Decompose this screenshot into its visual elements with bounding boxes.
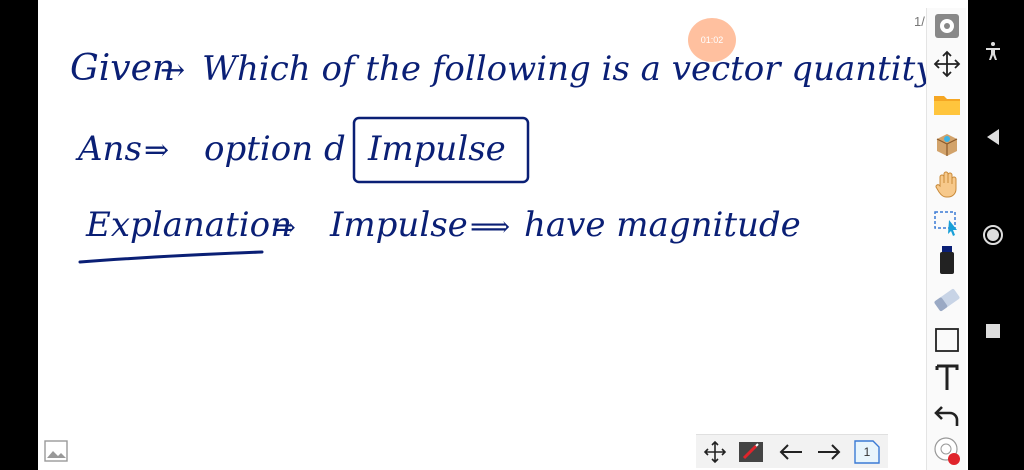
explanation-underline: [78, 250, 264, 264]
answer-option-text: option d: [204, 129, 346, 169]
explanation-arrow: ⇒: [274, 213, 296, 243]
page-button[interactable]: 1: [852, 438, 882, 466]
rectangle-icon[interactable]: [931, 324, 963, 356]
arrow-left-icon[interactable]: [776, 438, 806, 466]
move-icon[interactable]: [931, 48, 963, 80]
handwriting-layer: Given → Which of the following is a vect…: [70, 48, 935, 264]
undo-icon[interactable]: [931, 400, 963, 432]
answer-label: Ans: [75, 129, 142, 169]
explanation-tail: have magnitude: [524, 205, 801, 245]
page-number: 1: [863, 445, 871, 459]
hand-icon[interactable]: [931, 168, 963, 200]
settings-icon[interactable]: [931, 10, 963, 42]
answer-arrow: ⇒: [144, 133, 169, 168]
box-icon[interactable]: [931, 128, 963, 160]
timer-bubble: 01:02: [688, 18, 736, 62]
board-icon[interactable]: [736, 438, 766, 466]
text-icon[interactable]: [931, 362, 963, 394]
explanation-arrow-2: ⟹: [470, 210, 510, 243]
logo-icon[interactable]: [931, 434, 963, 466]
page-indicator: 1/: [914, 14, 925, 29]
image-icon[interactable]: [44, 440, 68, 462]
question-text: Which of the following is a vector quant…: [202, 49, 935, 89]
select-icon[interactable]: [931, 206, 963, 238]
home-icon[interactable]: [982, 224, 1004, 246]
explanation-impulse: Impulse: [329, 205, 468, 245]
answer-impulse: Impulse: [367, 129, 506, 169]
folder-icon[interactable]: [931, 88, 963, 120]
arrow-right-icon[interactable]: [814, 438, 844, 466]
whiteboard-canvas[interactable]: Given → Which of the following is a vect…: [38, 0, 968, 470]
recents-icon[interactable]: [982, 320, 1004, 342]
eraser-icon[interactable]: [931, 284, 963, 316]
marker-icon[interactable]: [931, 244, 963, 276]
right-toolbar: [926, 8, 966, 470]
accessibility-icon[interactable]: [982, 40, 1004, 62]
pan-icon[interactable]: [700, 438, 730, 466]
bottom-toolbar: 1: [696, 434, 888, 468]
back-icon[interactable]: [982, 126, 1004, 148]
timer-text: 01:02: [700, 35, 724, 45]
explanation-label: Explanation: [85, 205, 292, 245]
given-arrow: →: [160, 53, 185, 88]
